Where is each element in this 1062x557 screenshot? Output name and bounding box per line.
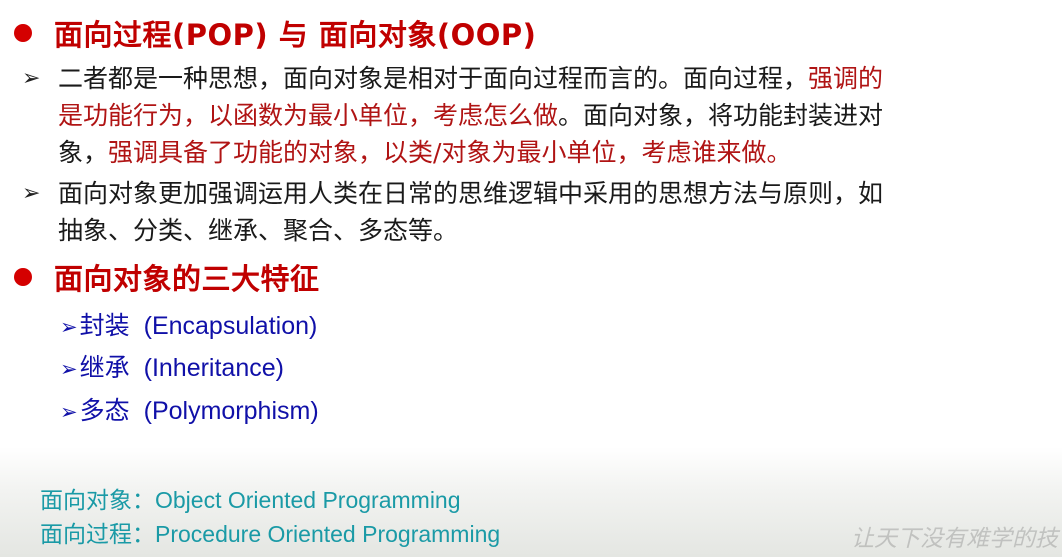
paragraph-line-3: 象，强调具备了功能的对象，以类/对象为最小单位，考虑谁来做。 [58,138,792,167]
note-oop-definition: 面向对象：Object Oriented Programming [40,487,461,514]
paragraph-line-1: 面向对象更加强调运用人类在日常的思维逻辑中采用的思想方法与原则，如 [58,179,884,208]
heading-three-features: 面向对象的三大特征 [14,256,320,298]
bullet-dot-icon [14,268,32,286]
paragraph-comparison: ➢ 二者都是一种思想，面向对象是相对于面向过程而言的。面向过程，强调的 是功能行… [22,60,1062,171]
arrow-bullet-icon: ➢ [60,315,78,339]
paragraph-line-1: 二者都是一种思想，面向对象是相对于面向过程而言的。面向过程，强调的 [58,64,884,93]
heading-text: 面向对象的三大特征 [54,262,320,296]
watermark-text: 让天下没有难学的技 [851,526,1058,552]
heading-pop-vs-oop: 面向过程(POP) 与 面向对象(OOP) [14,12,536,54]
paragraph-oop-emphasis: ➢ 面向对象更加强调运用人类在日常的思维逻辑中采用的思想方法与原则，如 抽象、分… [22,175,1062,249]
arrow-bullet-icon: ➢ [60,357,78,381]
feature-polymorphism: ➢多态 (Polymorphism) [60,396,319,425]
paragraph-line-2: 抽象、分类、继承、聚合、多态等。 [58,216,459,245]
feature-inheritance: ➢继承 (Inheritance) [60,353,284,382]
paragraph-line-2: 是功能行为，以函数为最小单位，考虑怎么做。面向对象，将功能封装进对 [58,101,884,130]
arrow-bullet-icon: ➢ [22,181,41,206]
feature-encapsulation: ➢封装 (Encapsulation) [60,311,318,340]
heading-text: 面向过程(POP) 与 面向对象(OOP) [54,18,537,52]
note-pop-definition: 面向过程：Procedure Oriented Programming [40,521,501,548]
arrow-bullet-icon: ➢ [60,400,78,424]
bullet-dot-icon [14,24,32,42]
arrow-bullet-icon: ➢ [22,66,41,91]
